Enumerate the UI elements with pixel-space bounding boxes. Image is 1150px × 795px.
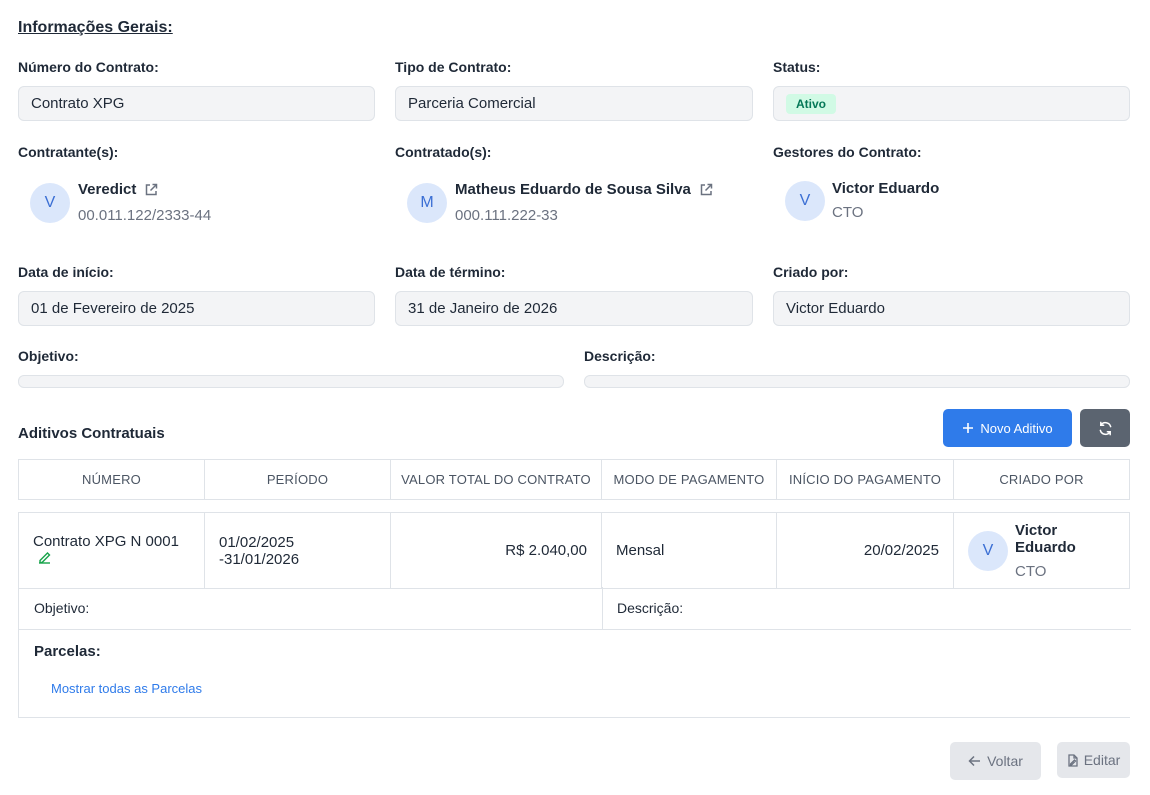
row-details-objective-description: Objetivo: Descrição: [19, 587, 1131, 630]
plus-icon [963, 423, 974, 433]
creator-role: CTO [1015, 562, 1047, 580]
back-label: Voltar [987, 753, 1023, 769]
arrow-left-icon [968, 755, 981, 767]
column-header-total: VALOR TOTAL DO CONTRATO [390, 459, 602, 500]
amendments-table-header: NÚMERO PERÍODO VALOR TOTAL DO CONTRATO M… [18, 459, 1130, 500]
refresh-icon [1099, 421, 1111, 435]
start-date-field: 01 de Fevereiro de 2025 [18, 291, 375, 326]
avatar: M [407, 182, 447, 223]
installments-label: Parcelas: [34, 643, 101, 660]
contractor-document: 00.011.122/2333-44 [78, 207, 212, 224]
manager-name: Victor Eduardo [832, 180, 940, 197]
contracted-card: M Matheus Eduardo de Sousa Silva 000.111… [407, 181, 713, 224]
contracted-label: Contratado(s): [395, 144, 492, 160]
contract-number-label: Número do Contrato: [18, 59, 159, 75]
show-all-installments-link[interactable]: Mostrar todas as Parcelas [51, 681, 202, 696]
row-creator-cell: V Victor Eduardo CTO [953, 512, 1130, 589]
table-row: Contrato XPG N 0001 01/02/2025 -31/01/20… [18, 512, 1130, 589]
contractors-label: Contratante(s): [18, 144, 119, 160]
section-title: Informações Gerais: [18, 19, 173, 36]
edit-pencil-icon[interactable] [37, 550, 52, 569]
status-badge: Ativo [786, 93, 836, 114]
manager-card: V Victor Eduardo CTO [785, 180, 939, 221]
edit-label: Editar [1083, 752, 1121, 768]
status-field: Ativo [773, 86, 1130, 121]
description-label: Descrição: [584, 348, 656, 364]
description-field [584, 375, 1130, 388]
end-date-label: Data de término: [395, 264, 506, 280]
row-period: 01/02/2025 -31/01/2026 [204, 512, 391, 589]
contract-type-field: Parceria Comercial [395, 86, 753, 121]
amendments-title: Aditivos Contratuais [18, 425, 165, 442]
contract-type-label: Tipo de Contrato: [395, 59, 512, 75]
contract-number-field: Contrato XPG [18, 86, 375, 121]
avatar: V [30, 182, 70, 223]
created-by-field: Victor Eduardo [773, 291, 1130, 326]
external-link-icon[interactable] [699, 183, 713, 197]
creator-name: Victor Eduardo [1015, 521, 1076, 556]
end-date-field: 31 de Janeiro de 2026 [395, 291, 753, 326]
refresh-button[interactable] [1080, 409, 1130, 447]
new-amendment-button[interactable]: Novo Aditivo [943, 409, 1072, 447]
start-date-label: Data de início: [18, 264, 114, 280]
row-payment-mode: Mensal [601, 512, 777, 589]
contractor-name: Veredict [78, 181, 137, 198]
row-total: R$ 2.040,00 [390, 512, 602, 589]
column-header-period: PERÍODO [204, 459, 391, 500]
back-button[interactable]: Voltar [950, 742, 1041, 780]
managers-label: Gestores do Contrato: [773, 144, 922, 160]
contracted-name: Matheus Eduardo de Sousa Silva [455, 181, 691, 198]
row-objective-label: Objetivo: [34, 600, 90, 616]
column-header-number: NÚMERO [18, 459, 205, 500]
row-payment-start: 20/02/2025 [776, 512, 954, 589]
edit-document-icon [1068, 753, 1078, 767]
edit-button[interactable]: Editar [1057, 742, 1130, 778]
contracted-document: 000.111.222-33 [455, 207, 558, 224]
objective-label: Objetivo: [18, 348, 79, 364]
row-number-cell: Contrato XPG N 0001 [18, 512, 205, 589]
manager-role: CTO [832, 204, 864, 221]
column-header-payment-mode: MODO DE PAGAMENTO [601, 459, 777, 500]
column-header-payment-start: INÍCIO DO PAGAMENTO [776, 459, 954, 500]
row-details: Objetivo: Descrição: Parcelas: Mostrar t… [18, 587, 1131, 718]
new-amendment-label: Novo Aditivo [980, 420, 1053, 436]
created-by-label: Criado por: [773, 264, 849, 280]
avatar: V [968, 530, 1008, 571]
row-description-label: Descrição: [617, 600, 684, 616]
objective-field [18, 375, 564, 388]
external-link-icon[interactable] [144, 183, 158, 197]
row-number: Contrato XPG N 0001 [33, 532, 179, 550]
status-label: Status: [773, 59, 821, 75]
column-header-created-by: CRIADO POR [953, 459, 1130, 500]
avatar: V [785, 180, 825, 221]
contractor-card: V Veredict 00.011.122/2333-44 [30, 181, 211, 224]
